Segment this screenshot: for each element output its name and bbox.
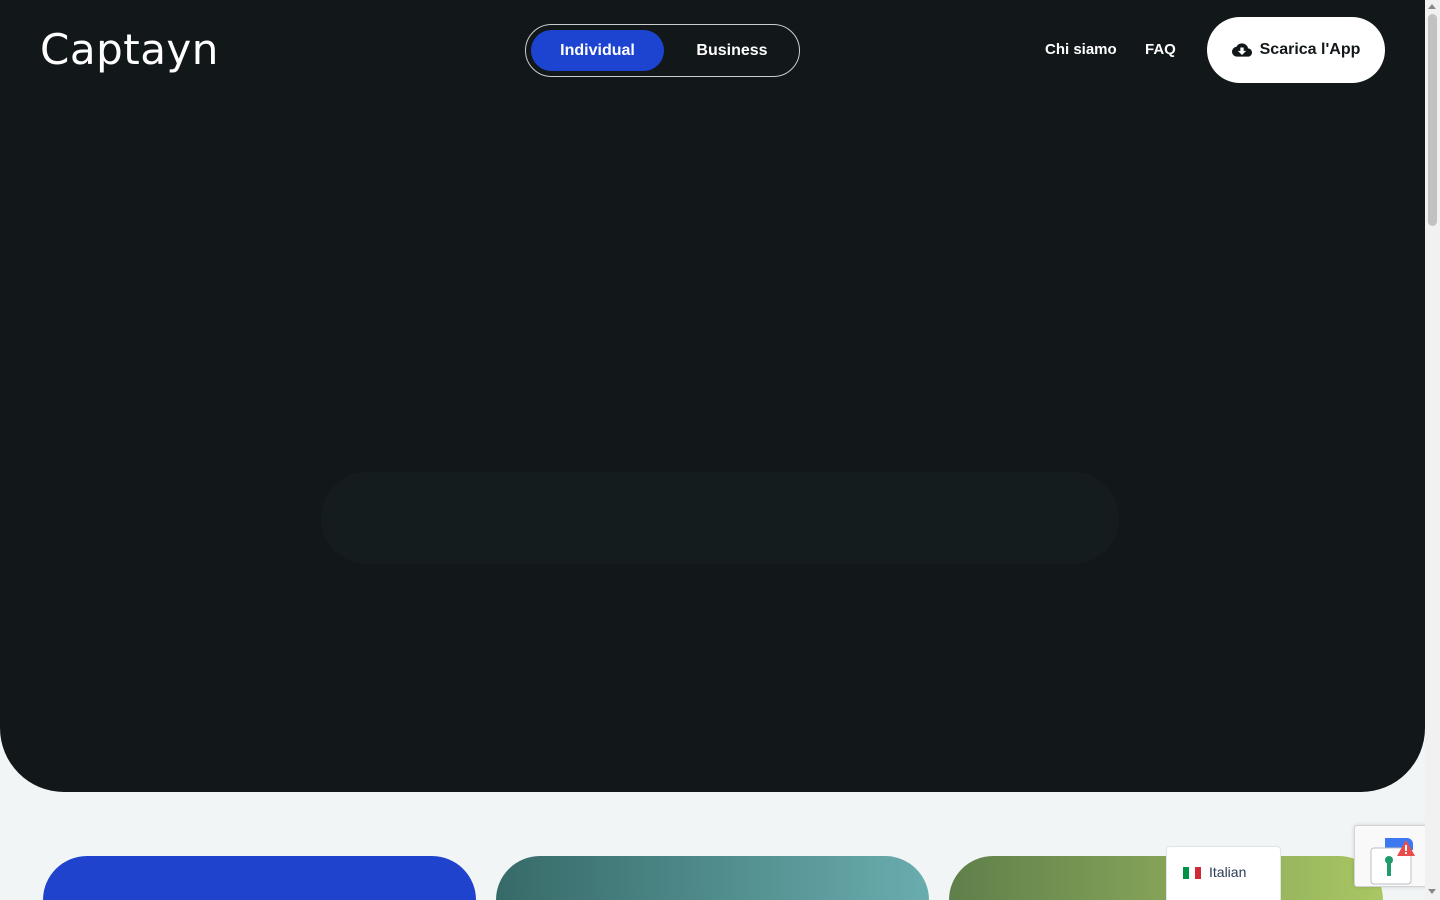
feature-card-teal[interactable] (496, 856, 929, 900)
hero-section: Captayn Individual Business Chi siamo FA… (0, 0, 1425, 792)
italy-flag-icon (1183, 867, 1201, 879)
nav-link-chi-siamo[interactable]: Chi siamo (1045, 40, 1117, 60)
language-label: Italian (1209, 864, 1247, 880)
recaptcha-badge[interactable] (1354, 825, 1426, 887)
language-selector[interactable]: Italian (1166, 846, 1281, 900)
business-toggle-button[interactable]: Business (666, 30, 798, 71)
feature-card-blue[interactable] (43, 856, 476, 900)
nav-link-faq[interactable]: FAQ (1145, 40, 1176, 60)
logo[interactable]: Captayn (40, 26, 219, 74)
recaptcha-icon (1370, 838, 1415, 885)
audience-toggle: Individual Business (525, 24, 800, 77)
download-app-button[interactable]: Scarica l'App (1207, 17, 1385, 83)
scroll-up-icon[interactable] (1428, 4, 1436, 9)
hero-input-placeholder (321, 472, 1119, 564)
cloud-download-icon (1231, 43, 1252, 57)
scrollbar[interactable] (1425, 0, 1440, 900)
download-app-label: Scarica l'App (1259, 41, 1361, 58)
individual-toggle-button[interactable]: Individual (531, 30, 664, 71)
scroll-down-icon[interactable] (1428, 889, 1436, 894)
scrollbar-thumb[interactable] (1428, 14, 1437, 226)
